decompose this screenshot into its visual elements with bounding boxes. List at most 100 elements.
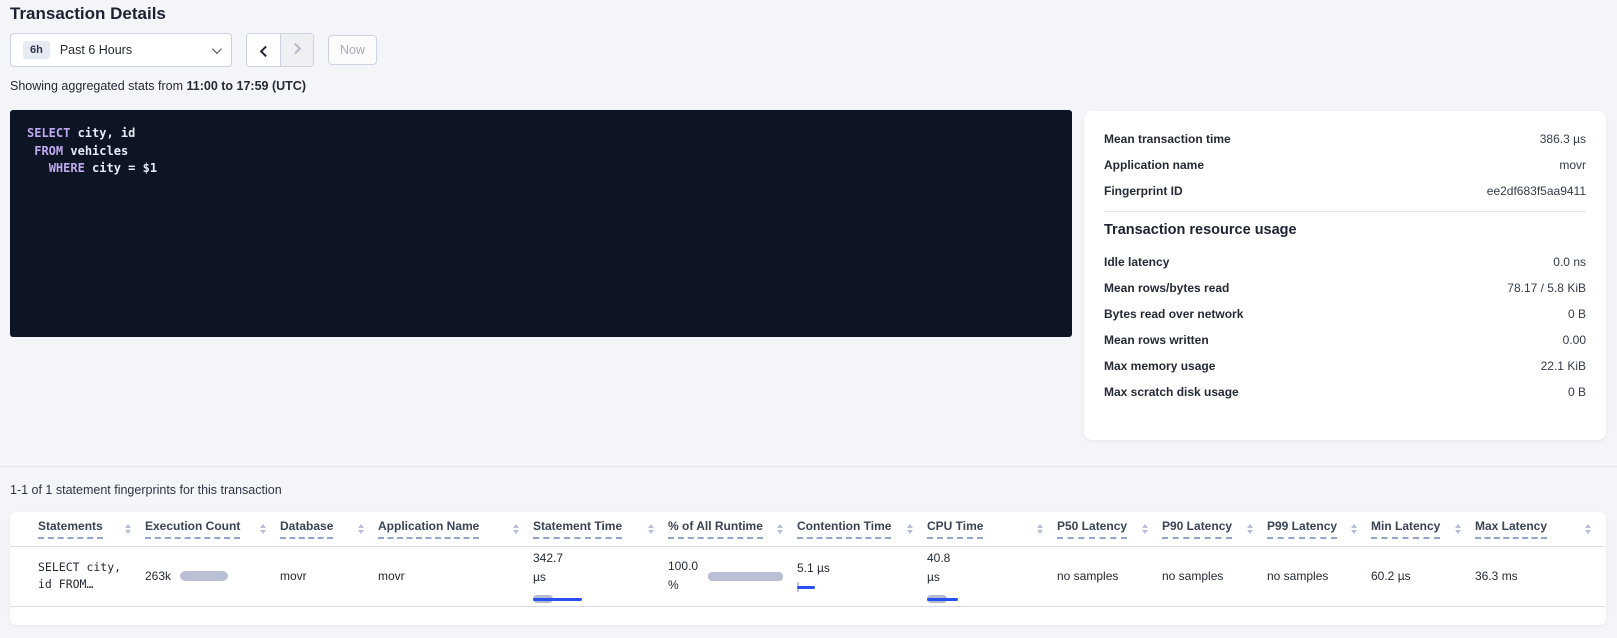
time-range-label: Past 6 Hours [60,43,132,57]
execution-count-value: 263k [145,569,171,583]
contention-time-bar [797,583,913,591]
time-toolbar: 6h Past 6 Hours Now [10,33,377,67]
sort-icon [260,524,266,534]
cpu-time-unit: µs [927,568,1043,587]
sort-icon [125,524,131,534]
statement-time-unit: µs [533,568,654,587]
table-row: SELECT city, id FROM… 263k movr movr [10,546,1605,606]
statements-count-caption: 1-1 of 1 statement fingerprints for this… [10,483,282,497]
statement-time-bar [533,595,654,603]
time-range-badge: 6h [23,41,50,59]
col-header-pct-runtime[interactable]: % of All Runtime [668,512,797,546]
sort-icon [1247,524,1253,534]
transaction-summary-card: Mean transaction time 386.3 µs Applicati… [1084,111,1606,440]
summary-label: Mean transaction time [1104,132,1231,146]
chevron-left-icon [259,46,270,57]
resource-value: 0.0 ns [1553,255,1586,269]
cell-pct-runtime: 100.0 % [668,546,797,606]
resource-value: 0.00 [1563,333,1586,347]
resource-label: Mean rows written [1104,333,1209,347]
aggregated-stats-caption: Showing aggregated stats from 11:00 to 1… [10,79,306,93]
resource-label: Max scratch disk usage [1104,385,1239,399]
sort-icon [1142,524,1148,534]
cell-cpu-time: 40.8 µs [927,546,1057,606]
col-header-p99-latency[interactable]: P99 Latency [1267,512,1371,546]
statements-table: Statements Execution Count Database Appl… [10,512,1605,607]
statements-table-card: Statements Execution Count Database Appl… [10,512,1606,625]
pct-runtime-bar [708,572,783,581]
cell-max-latency: 36.3 ms [1475,546,1605,606]
cell-p50-latency: no samples [1057,546,1162,606]
cpu-time-bar [927,595,1043,603]
cell-database: movr [280,546,378,606]
prev-time-button[interactable] [247,34,280,66]
resource-value: 22.1 KiB [1541,359,1586,373]
cell-p90-latency: no samples [1162,546,1267,606]
col-header-database[interactable]: Database [280,512,378,546]
summary-label: Fingerprint ID [1104,184,1183,198]
resource-label: Mean rows/bytes read [1104,281,1229,295]
chevron-down-icon [212,44,222,54]
resource-row: Max scratch disk usage 0 B [1104,379,1586,405]
summary-value: ee2df683f5aa9411 [1487,184,1586,198]
sort-icon [358,524,364,534]
col-header-statement-time[interactable]: Statement Time [533,512,668,546]
sort-icon [1037,524,1043,534]
summary-value: movr [1559,158,1586,172]
table-header-row: Statements Execution Count Database Appl… [10,512,1605,546]
cell-p99-latency: no samples [1267,546,1371,606]
resource-row: Idle latency 0.0 ns [1104,249,1586,275]
resource-label: Idle latency [1104,255,1169,269]
resource-label: Bytes read over network [1104,307,1243,321]
sort-icon [1455,524,1461,534]
chevron-right-icon [290,43,301,54]
now-button[interactable]: Now [328,35,377,65]
summary-row: Application name movr [1104,152,1586,178]
col-header-contention-time[interactable]: Contention Time [797,512,927,546]
col-header-statements[interactable]: Statements [10,512,145,546]
aggregated-stats-prefix: Showing aggregated stats from [10,79,187,93]
statement-time-value: 342.7 [533,549,654,568]
pct-runtime-unit: % [668,576,698,595]
resource-usage-title: Transaction resource usage [1104,222,1586,238]
summary-row: Mean transaction time 386.3 µs [1104,126,1586,152]
statement-link[interactable]: SELECT city, id FROM… [38,559,131,593]
next-time-button[interactable] [280,34,313,66]
col-header-min-latency[interactable]: Min Latency [1371,512,1475,546]
cell-min-latency: 60.2 µs [1371,546,1475,606]
section-divider [0,466,1617,467]
summary-divider [1104,211,1586,212]
sort-icon [1351,524,1357,534]
sql-line: WHERE city = $1 [27,160,1055,178]
sql-query-box: SELECT city, id FROM vehicles WHERE city… [10,110,1072,337]
resource-row: Max memory usage 22.1 KiB [1104,353,1586,379]
sql-line: SELECT city, id [27,125,1055,143]
col-header-execution-count[interactable]: Execution Count [145,512,280,546]
summary-row: Fingerprint ID ee2df683f5aa9411 [1104,178,1586,204]
cell-contention-time: 5.1 µs [797,546,927,606]
col-header-application-name[interactable]: Application Name [378,512,533,546]
resource-value: 0 B [1568,385,1586,399]
execution-count-bar [180,571,228,581]
summary-label: Application name [1104,158,1204,172]
sort-icon [777,524,783,534]
time-range-dropdown[interactable]: 6h Past 6 Hours [10,33,232,67]
sql-line: FROM vehicles [27,143,1055,161]
aggregated-stats-range: 11:00 to 17:59 (UTC) [187,79,306,93]
col-header-cpu-time[interactable]: CPU Time [927,512,1057,546]
summary-value: 386.3 µs [1540,132,1586,146]
resource-row: Mean rows/bytes read 78.17 / 5.8 KiB [1104,275,1586,301]
sort-icon [1585,524,1591,534]
sort-icon [513,524,519,534]
col-header-p90-latency[interactable]: P90 Latency [1162,512,1267,546]
resource-label: Max memory usage [1104,359,1215,373]
cell-statement-time: 342.7 µs [533,546,668,606]
transaction-details-page: Transaction Details 6h Past 6 Hours Now … [0,0,1617,638]
col-header-max-latency[interactable]: Max Latency [1475,512,1605,546]
page-title: Transaction Details [10,4,166,24]
cell-execution-count: 263k [145,546,280,606]
cell-statement: SELECT city, id FROM… [10,546,145,606]
resource-row: Mean rows written 0.00 [1104,327,1586,353]
col-header-p50-latency[interactable]: P50 Latency [1057,512,1162,546]
time-nav-group [246,33,314,67]
